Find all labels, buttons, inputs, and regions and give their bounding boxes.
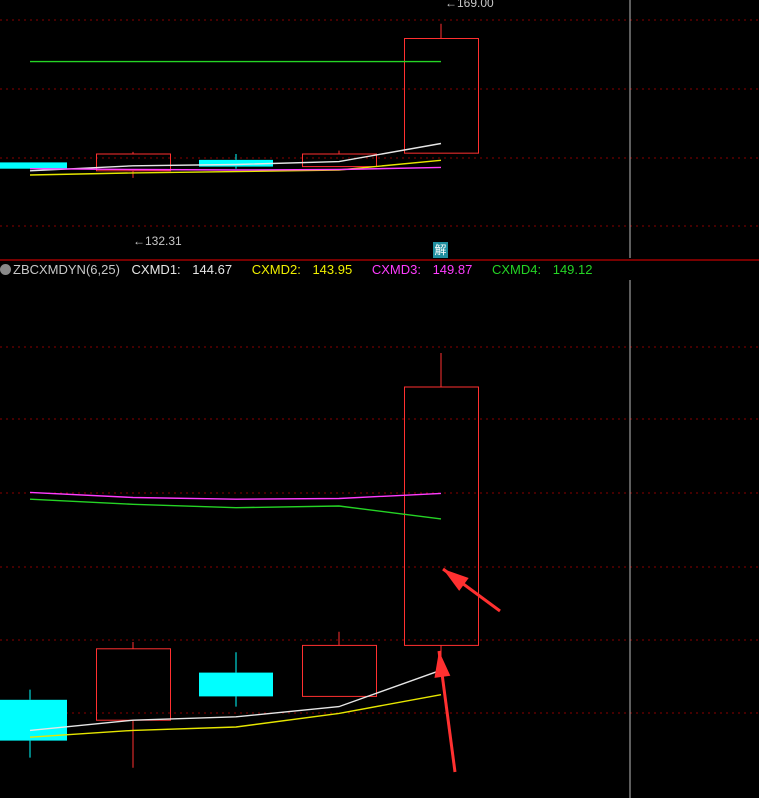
low-price-value: 132.31 [145,234,182,248]
indicator-settings-icon[interactable] [0,264,11,275]
candle-body-0-3 [302,153,377,168]
unlock-badge[interactable]: 解 [433,242,448,258]
candle-body-1-1 [96,648,171,721]
candle-body-1-2 [199,672,273,697]
legend-cxmd4: CXMD4: 149.12 [492,262,601,277]
high-price-label: ←169.00 [445,0,494,10]
legend-cxmd3: CXMD3: 149.87 [372,262,481,277]
legend-cxmd3-value: 149.87 [432,262,473,277]
indicator-legend: ZBCXMDYN(6,25) CXMD1: 144.67 CXMD2: 143.… [0,261,608,279]
legend-cxmd2-value: 143.95 [312,262,353,277]
series-line-1-CXMD4 [29,498,442,520]
low-price-label: ←132.31 [133,234,182,248]
legend-cxmd1-label: CXMD1: [131,262,181,277]
legend-cxmd2: CXMD2: 143.95 [252,262,361,277]
annotation-arrow-lower-head [434,651,451,678]
legend-cxmd3-label: CXMD3: [371,262,421,277]
indicator-name: ZBCXMDYN(6,25) [13,262,120,277]
candle-body-0-4 [404,38,479,154]
high-price-arrow: ← [445,0,457,10]
annotation-arrow-upper-head [443,569,469,591]
legend-cxmd4-value: 149.12 [552,262,593,277]
high-price-value: 169.00 [457,0,494,10]
legend-cxmd2-label: CXMD2: [251,262,301,277]
candle-body-1-3 [302,644,377,697]
legend-cxmd1-value: 144.67 [192,262,233,277]
candle-body-0-1 [96,153,171,172]
candle-body-0-0 [0,162,67,169]
legend-cxmd1: CXMD1: 144.67 [132,262,241,277]
low-price-arrow: ← [133,234,145,248]
chart-area [0,0,759,798]
legend-cxmd4-label: CXMD4: [491,262,542,277]
candle-body-1-0 [0,699,67,741]
